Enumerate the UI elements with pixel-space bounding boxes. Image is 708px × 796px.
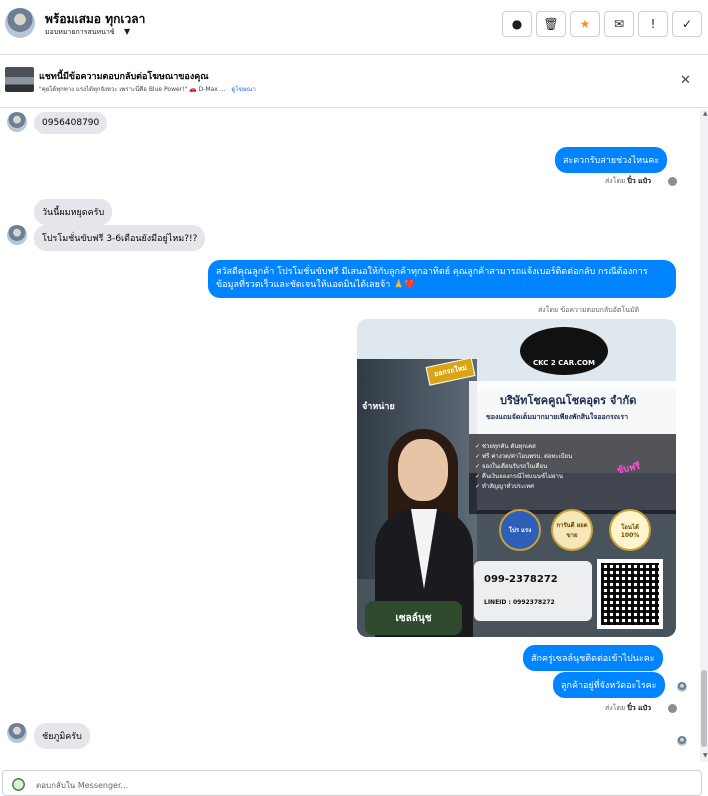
line-id: LINEID : 0992378272	[484, 599, 555, 606]
sent-by-prefix: ส่งโดย	[538, 306, 559, 314]
conversation-header: พร้อมเสมอ ทุกเวลา มอบหมายการสนทนาซ้ ▼ ● …	[0, 0, 708, 55]
company-name: บริษัทโชคคูณโชคอุดร จำกัด	[500, 394, 637, 407]
ad-reply-banner: แชทนี้มีข้อความตอบกลับต่อโฆษณาของคุณ "คุ…	[0, 56, 708, 108]
sent-by-label: ส่งโดย ปิ๋ว แป๋ว	[605, 176, 651, 187]
ad-thumbnail[interactable]	[5, 67, 34, 92]
sent-by-sender: ปิ๋ว แป๋ว	[627, 177, 652, 185]
contact-panel	[474, 561, 592, 621]
assign-conversation-label[interactable]: มอบหมายการสนทนาซ้	[45, 27, 115, 38]
checkmark-icon[interactable]: ✓	[672, 11, 702, 37]
person-face	[398, 439, 448, 501]
benefit-item: ✓ ฟรี ค่างวด/ค่าโอนพรบ. ต่อทะเบียน	[475, 453, 573, 460]
benefit-item: ✓ ช่วยทุกคัน ดันทุกเคส	[475, 443, 536, 450]
page-message[interactable]: ลูกค้าอยู่ที่จังหวัดอะไรคะ	[553, 672, 665, 698]
phone-number: 099-2378272	[484, 574, 558, 585]
sent-by-label: ส่งโดย ข้อความตอบกลับอัตโนมัติ	[538, 305, 639, 316]
benefits-list: ✓ ช่วยทุกคัน ดันทุกเคส ✓ ฟรี ค่างวด/ค่าโ…	[475, 442, 572, 492]
thread-scrollbar[interactable]	[700, 110, 708, 762]
contact-avatar[interactable]	[5, 8, 35, 38]
benefit-item: ✓ ทำสัญญาทั่วประเทศ	[475, 483, 534, 490]
info-icon[interactable]	[668, 704, 677, 713]
customer-avatar	[7, 723, 27, 743]
conversation-actions: ● 🗑 ★ ✉ ! ✓	[502, 11, 702, 37]
ad-reply-subtitle-text: "คุยได้ทุกทาง แรงได้ทุกจังหวะ เพราะนี่คื…	[39, 86, 226, 93]
mail-icon[interactable]: ✉	[604, 11, 634, 37]
trash-icon[interactable]: 🗑	[536, 11, 566, 37]
page-message[interactable]: สวัสดีคุณลูกค้า โปรโมชั่นขับฟรี มีเสนอให…	[208, 260, 676, 298]
read-receipt-avatar	[677, 682, 687, 692]
page-message[interactable]: สักครู่เซลล์นุชติดต่อเข้าไปนะคะ	[523, 645, 663, 671]
guarantee-seal: การันตี ยอดขาย	[551, 509, 593, 551]
qr-code	[597, 559, 663, 629]
read-receipt-avatar	[677, 736, 687, 746]
customer-avatar	[7, 112, 27, 132]
close-icon[interactable]: ✕	[680, 73, 691, 88]
benefit-item: ✓ จองในเดือนรับรถในเดือน	[475, 463, 548, 470]
salesperson-name-tag: เซลล์นุช	[365, 601, 462, 635]
info-icon[interactable]	[668, 177, 677, 186]
scroll-down-icon[interactable]: ▼	[703, 752, 708, 759]
company-tagline: ของแถมจัดเต็มมากมายเพียงพักสินใจออกรถเรา	[486, 413, 629, 421]
customer-message[interactable]: 0956408790	[34, 112, 108, 134]
messenger-icon	[11, 777, 26, 792]
star-icon[interactable]: ★	[570, 11, 600, 37]
view-ad-link[interactable]: ดูโฆษณา	[231, 86, 255, 93]
ad-image-attachment[interactable]: CKC 2 CAR.COM ออกรถใหม่ บริษัทโชคคูณโชคอ…	[357, 319, 676, 637]
page-message[interactable]: สะดวกรับสายช่วงไหนคะ	[555, 147, 668, 173]
reply-input[interactable]: ตอบกลับใน Messenger...	[36, 779, 128, 792]
customer-avatar	[7, 225, 27, 245]
reply-composer[interactable]: ตอบกลับใน Messenger...	[2, 770, 702, 796]
ad-reply-subtitle: "คุยได้ทุกทาง แรงได้ทุกจังหวะ เพราะนี่คื…	[39, 84, 256, 94]
transfer-seal: โอนได้ 100%	[609, 509, 651, 551]
message-thread[interactable]: 0956408790 สะดวกรับสายช่วงไหนคะ ส่งโดย ป…	[0, 108, 708, 768]
sent-by-sender: ข้อความตอบกลับอัตโนมัติ	[560, 306, 640, 314]
customer-message[interactable]: โปรโมชั่นขับฟรี 3-6เดือนยังมีอยู่ไหม?!?	[34, 225, 206, 251]
dealer-label: จำหน่าย	[362, 402, 395, 412]
sent-by-prefix: ส่งโดย	[605, 177, 626, 185]
customer-message[interactable]: วันนี้ผมหยุดครับ	[34, 199, 113, 225]
alert-circle-icon[interactable]: ●	[502, 11, 532, 37]
exclamation-icon[interactable]: !	[638, 11, 668, 37]
scroll-up-icon[interactable]: ▲	[703, 110, 708, 117]
sent-by-prefix: ส่งโดย	[605, 704, 626, 712]
ad-reply-title: แชทนี้มีข้อความตอบกลับต่อโฆษณาของคุณ	[39, 72, 209, 82]
customer-message[interactable]: ชัยภูมิครับ	[34, 723, 90, 749]
benefit-item: ✓ คืนเงินจองกรณีไฟแนนซ์ไม่ผ่าน	[475, 473, 563, 480]
scroll-thumb[interactable]	[701, 670, 707, 747]
sent-by-label: ส่งโดย ปิ๋ว แป๋ว	[605, 703, 651, 714]
chevron-down-icon[interactable]: ▼	[124, 27, 130, 36]
sent-by-sender: ปิ๋ว แป๋ว	[627, 704, 652, 712]
promo-seal: โปร แรง	[499, 509, 541, 551]
company-logo: CKC 2 CAR.COM	[520, 327, 608, 375]
